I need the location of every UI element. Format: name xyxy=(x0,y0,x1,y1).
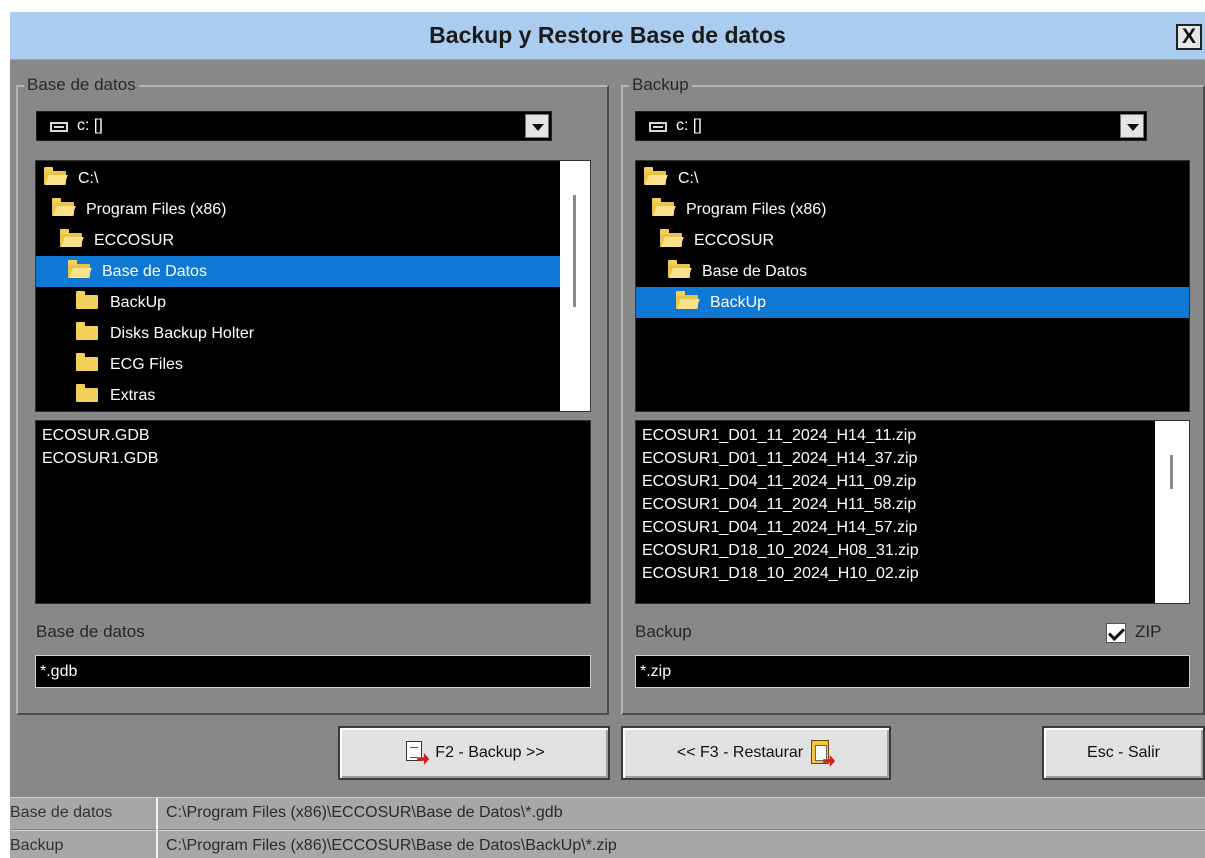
database-group: Base de datos c: [] C:\ Program Files (x8… xyxy=(16,75,609,715)
status-value: C:\Program Files (x86)\ECCOSUR\Base de D… xyxy=(166,837,617,854)
list-item[interactable]: ECOSUR1_D04_11_2024_H11_09.zip xyxy=(642,473,916,496)
tree-item-label: BackUp xyxy=(710,294,767,311)
drive-icon xyxy=(649,122,667,132)
tree-item[interactable]: Program Files (x86) xyxy=(36,194,560,225)
tree-item[interactable]: ECG Files xyxy=(36,349,560,380)
backup-files-scrollbar[interactable] xyxy=(1155,421,1189,603)
exit-button[interactable]: Esc - Salir xyxy=(1042,726,1205,780)
tree-item-label: ECCOSUR xyxy=(94,232,175,249)
database-filter-input[interactable]: *.gdb xyxy=(35,655,591,688)
tree-item[interactable]: ECCOSUR xyxy=(36,225,560,256)
backup-drive-value: c: [] xyxy=(676,117,702,134)
folder-icon xyxy=(60,229,82,247)
zip-checkbox[interactable] xyxy=(1106,623,1126,643)
status-key: Backup xyxy=(10,831,158,858)
database-drive-value: c: [] xyxy=(77,117,103,134)
folder-icon xyxy=(76,291,98,309)
list-item[interactable]: ECOSUR1_D01_11_2024_H14_11.zip xyxy=(642,427,916,450)
folder-icon xyxy=(68,260,90,278)
tree-item[interactable]: C:\ xyxy=(636,163,1189,194)
backup-filter-input[interactable]: *.zip xyxy=(635,655,1190,688)
folder-icon xyxy=(52,198,74,216)
close-button[interactable]: X xyxy=(1176,24,1202,50)
tree-item[interactable]: ECCOSUR xyxy=(636,225,1189,256)
list-item[interactable]: ECOSUR1_D18_10_2024_H10_02.zip xyxy=(642,565,919,588)
list-item[interactable]: ECOSUR1_D18_10_2024_H08_31.zip xyxy=(642,542,919,565)
tree-item[interactable]: BackUp xyxy=(636,287,1189,318)
title-bar: Backup y Restore Base de datos X xyxy=(10,12,1205,60)
tree-item-label: Extras xyxy=(110,387,156,404)
folder-icon xyxy=(76,384,98,402)
close-icon: X xyxy=(1181,25,1196,48)
folder-icon xyxy=(44,167,66,185)
restore-button-label: << F3 - Restaurar xyxy=(676,744,804,761)
tree-item-label: BackUp xyxy=(110,294,167,311)
tree-item[interactable]: Disks Backup Holter xyxy=(36,318,560,349)
list-item[interactable]: ECOSUR1_D04_11_2024_H14_57.zip xyxy=(642,519,917,542)
folder-icon xyxy=(76,322,98,340)
restore-button[interactable]: << F3 - Restaurar xyxy=(621,726,891,780)
restore-clipboard-icon xyxy=(807,739,836,767)
folder-icon xyxy=(660,229,682,247)
chevron-down-icon[interactable] xyxy=(525,114,549,138)
status-key: Base de datos xyxy=(10,798,158,830)
backup-group: Backup c: [] C:\ Program Files (x86) ECCOS… xyxy=(621,75,1205,715)
backup-document-icon xyxy=(403,739,431,767)
database-folder-tree[interactable]: C:\ Program Files (x86) ECCOSUR Base de Dat… xyxy=(35,160,591,412)
tree-item[interactable]: C:\ xyxy=(36,163,560,194)
list-item[interactable]: ECOSUR1_D01_11_2024_H14_37.zip xyxy=(642,450,917,473)
tree-item[interactable]: Extras xyxy=(36,380,560,411)
database-drive-select[interactable]: c: [] xyxy=(36,111,552,141)
dialog-body: Base de datos c: [] C:\ Program Files (x8… xyxy=(10,60,1205,858)
zip-checkbox-label[interactable]: ZIP xyxy=(1135,622,1161,642)
database-file-list[interactable]: ECOSUR.GDB ECOSUR1.GDB xyxy=(35,420,591,604)
backup-folder-tree[interactable]: C:\ Program Files (x86) ECCOSUR Base de Dat… xyxy=(635,160,1190,412)
folder-icon xyxy=(676,291,698,309)
scrollbar-thumb[interactable] xyxy=(1170,455,1173,489)
backup-file-list[interactable]: ECOSUR1_D01_11_2024_H14_11.zip ECOSUR1_D0… xyxy=(635,420,1190,604)
tree-item-label: ECCOSUR xyxy=(694,232,775,249)
list-item[interactable]: ECOSUR1_D04_11_2024_H11_58.zip xyxy=(642,496,916,519)
tree-item-label: Program Files (x86) xyxy=(86,201,227,218)
backup-drive-select[interactable]: c: [] xyxy=(635,111,1147,141)
chevron-down-icon[interactable] xyxy=(1120,114,1144,138)
drive-icon xyxy=(50,122,68,132)
status-row-database: Base de datos C:\Program Files (x86)\ECC… xyxy=(10,797,1205,830)
folder-icon xyxy=(644,167,666,185)
tree-item-label: Base de Datos xyxy=(102,263,207,280)
scrollbar-thumb[interactable] xyxy=(573,195,576,307)
database-group-legend: Base de datos xyxy=(24,75,139,95)
tree-item[interactable]: Base de Datos xyxy=(36,256,560,287)
status-value: C:\Program Files (x86)\ECCOSUR\Base de D… xyxy=(166,804,563,821)
list-item[interactable]: ECOSUR.GDB xyxy=(42,427,150,450)
tree-item[interactable]: Program Files (x86) xyxy=(636,194,1189,225)
backup-button[interactable]: F2 - Backup >> xyxy=(338,726,610,780)
tree-item-label: Program Files (x86) xyxy=(686,201,827,218)
folder-icon xyxy=(652,198,674,216)
folder-icon xyxy=(668,260,690,278)
database-filter-label: Base de datos xyxy=(36,622,145,641)
tree-item[interactable]: Base de Datos xyxy=(636,256,1189,287)
tree-item[interactable]: BackUp xyxy=(36,287,560,318)
exit-button-label: Esc - Salir xyxy=(1087,744,1160,761)
backup-filter-label: Backup xyxy=(635,622,692,641)
tree-item-label: Disks Backup Holter xyxy=(110,325,255,342)
tree-item-label: C:\ xyxy=(78,170,99,187)
database-tree-scrollbar[interactable] xyxy=(560,161,590,411)
backup-button-label: F2 - Backup >> xyxy=(435,744,545,761)
tree-item-label: C:\ xyxy=(678,170,699,187)
tree-item-label: ECG Files xyxy=(110,356,183,373)
list-item[interactable]: ECOSUR1.GDB xyxy=(42,450,158,473)
tree-item-label: Base de Datos xyxy=(702,263,807,280)
backup-group-legend: Backup xyxy=(629,75,692,95)
status-row-backup: Backup C:\Program Files (x86)\ECCOSUR\Ba… xyxy=(10,830,1205,858)
window-title: Backup y Restore Base de datos xyxy=(429,22,786,48)
folder-icon xyxy=(76,353,98,371)
